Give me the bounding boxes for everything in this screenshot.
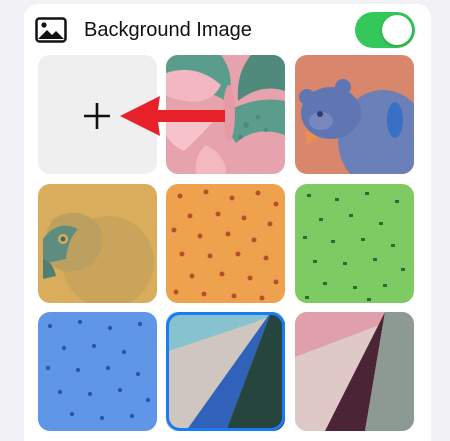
wallpaper-blue-pattern[interactable]: [38, 312, 157, 431]
blue-folds-illustration: [166, 312, 285, 431]
parrot-illustration: [38, 184, 157, 303]
wallpaper-blue-folds[interactable]: [166, 312, 285, 431]
wallpaper-orange-pattern[interactable]: [166, 184, 285, 303]
background-image-title: Background Image: [84, 19, 252, 41]
pink-folds-illustration: [295, 312, 414, 431]
background-image-header: Background Image: [24, 4, 431, 54]
orange-pattern-illustration: [166, 184, 285, 303]
bear-illustration: [295, 55, 414, 174]
photo-icon: [35, 17, 67, 43]
butterfly-illustration: [166, 55, 285, 174]
toggle-knob: [382, 15, 412, 45]
wallpaper-pink-folds[interactable]: [295, 312, 414, 431]
blue-pattern-illustration: [38, 312, 157, 431]
wallpaper-green-pattern[interactable]: [295, 184, 414, 303]
green-pattern-illustration: [295, 184, 414, 303]
background-image-toggle[interactable]: [355, 12, 415, 48]
wallpaper-bear[interactable]: [295, 55, 414, 174]
plus-icon: [84, 103, 110, 129]
wallpaper-parrot[interactable]: [38, 184, 157, 303]
wallpaper-butterfly[interactable]: [166, 55, 285, 174]
add-background-button[interactable]: [38, 55, 157, 174]
